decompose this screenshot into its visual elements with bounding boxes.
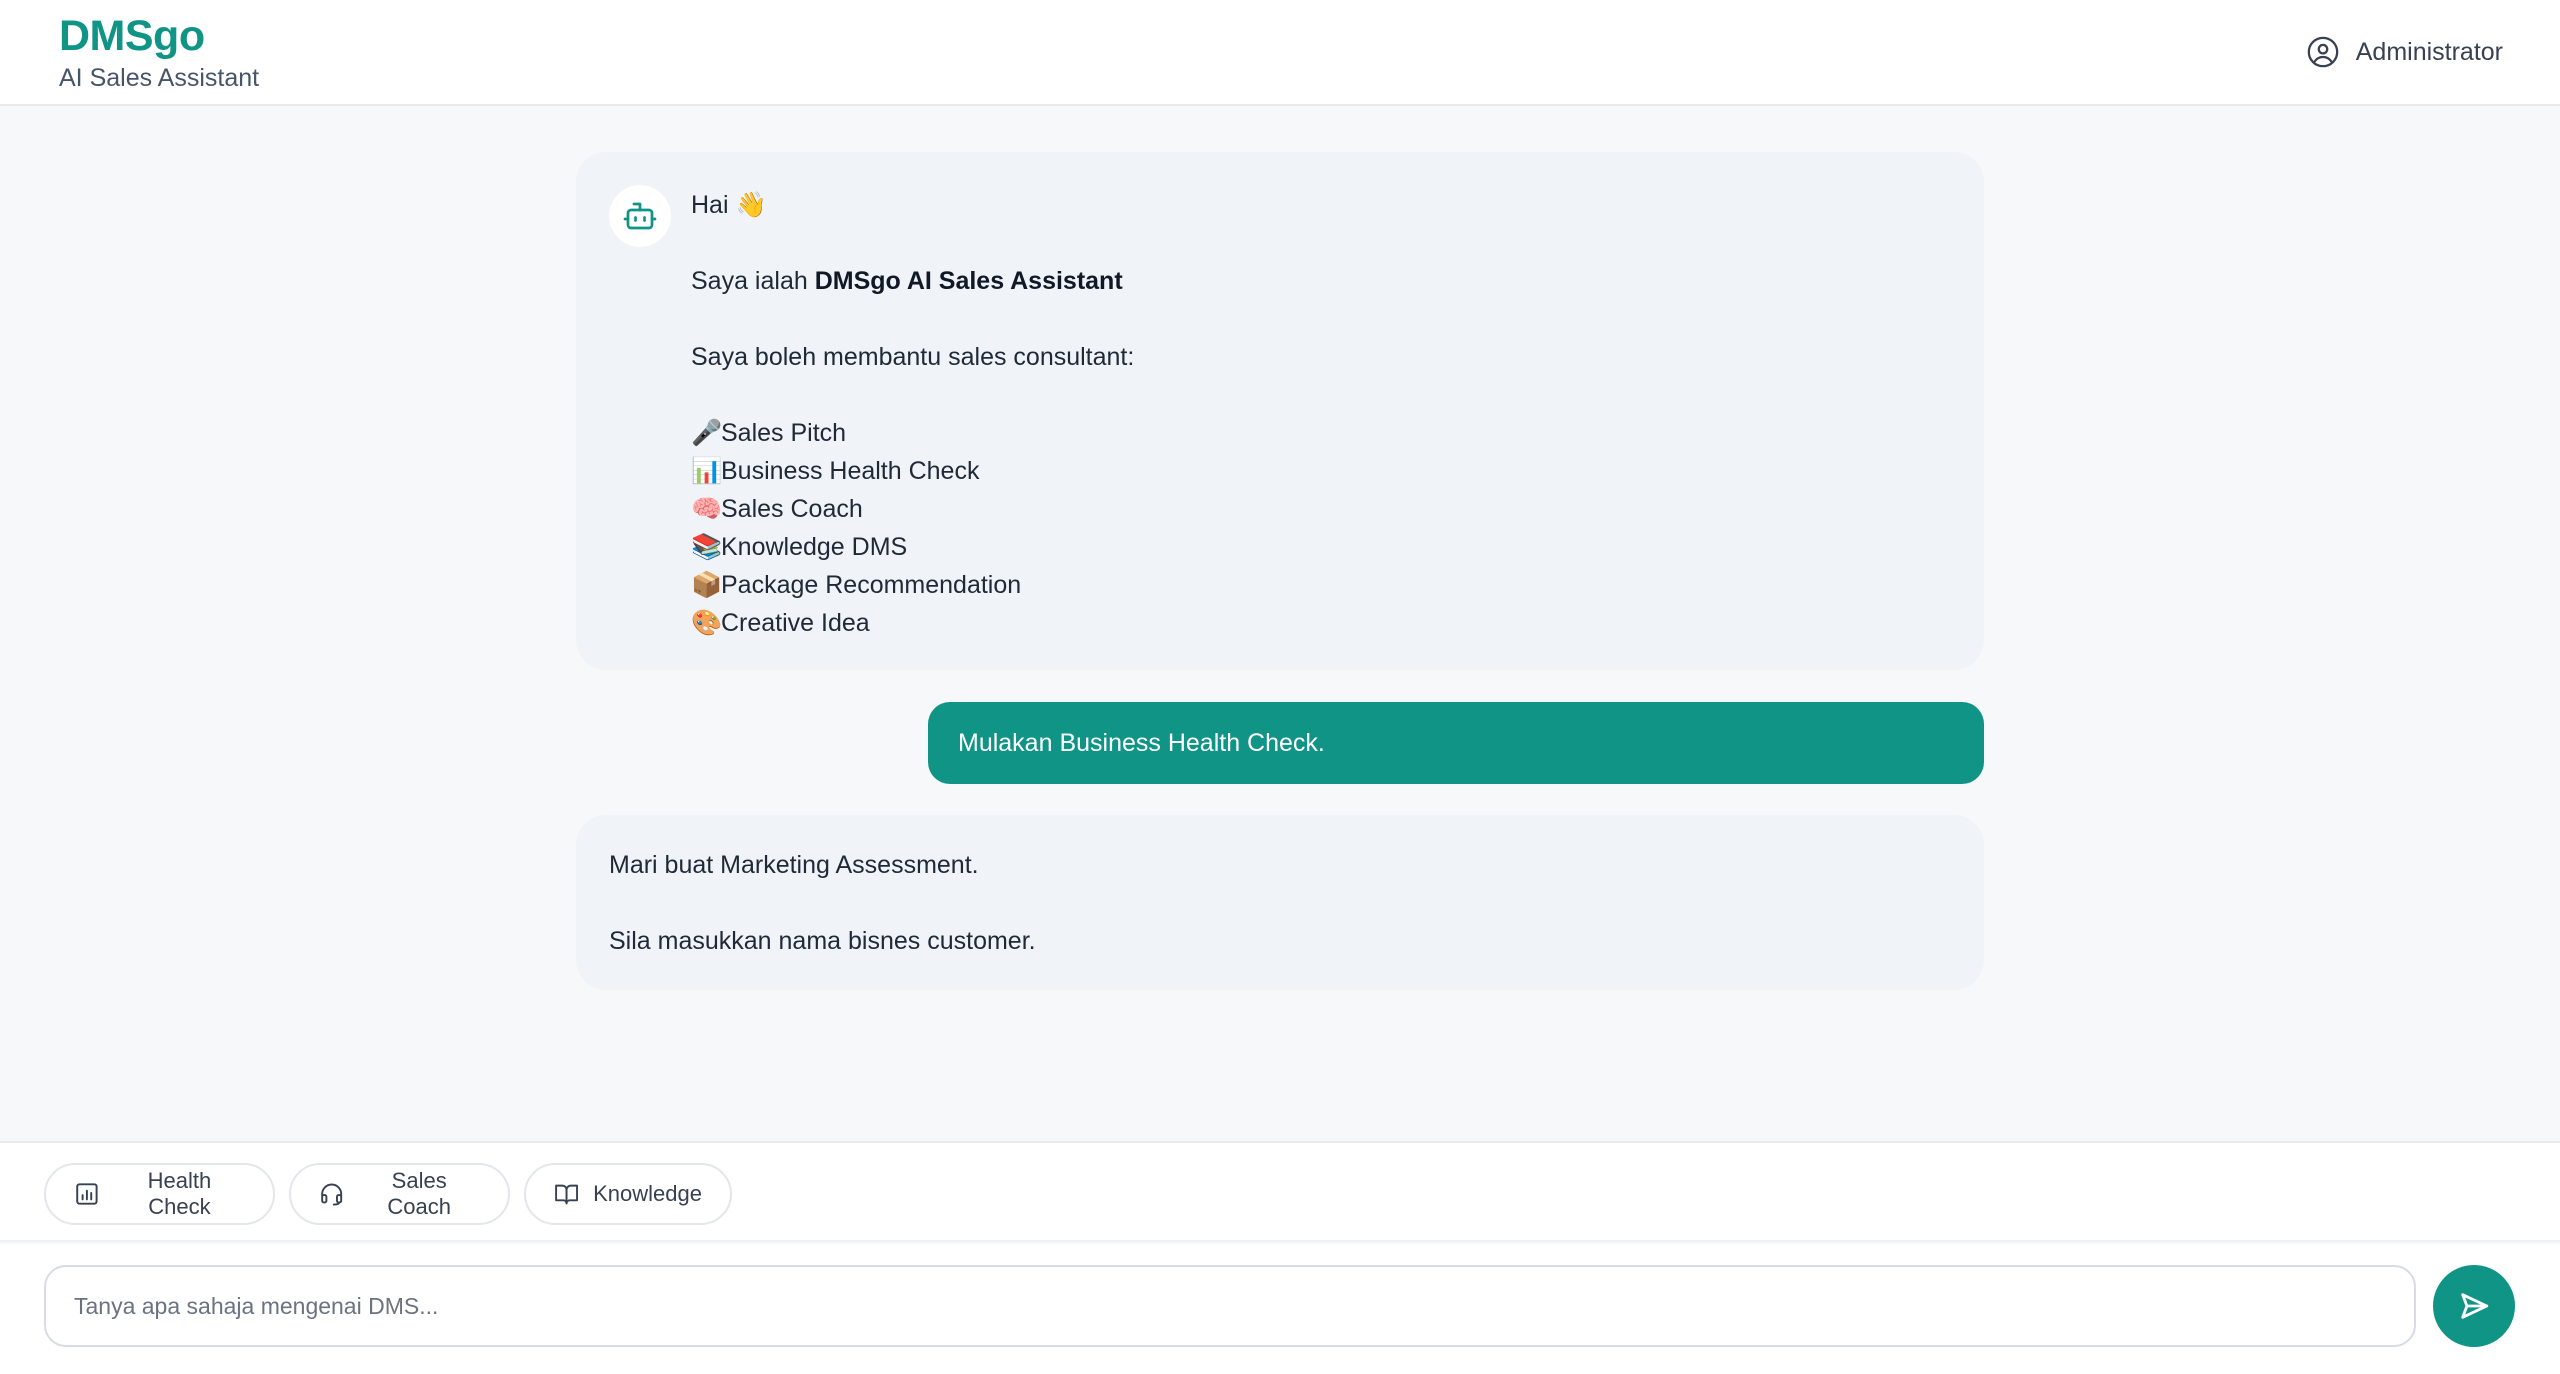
app-root: DMSgo AI Sales Assistant Administrator H… [0, 0, 2560, 1374]
brain-icon: 🧠 [691, 495, 723, 523]
chip-label: Sales Coach [387, 1168, 451, 1219]
bot-avatar [609, 185, 671, 247]
user-menu[interactable]: Administrator [2306, 32, 2503, 72]
bar-chart-icon [76, 1183, 98, 1205]
capability-label: Sales Pitch [721, 419, 847, 447]
capability-item: 🎤Sales Pitch [691, 414, 1134, 452]
assistant-name: DMSgo AI Sales Assistant [814, 267, 1123, 295]
capability-label: Package Recommendation [721, 571, 1022, 599]
reply-text: Mari buat Marketing Assessment. Sila mas… [609, 846, 1036, 960]
brand-logo-text[interactable]: DMSgo [59, 12, 205, 61]
send-icon [2461, 1293, 2489, 1319]
capability-item: 🎨Creative Idea [691, 604, 1134, 642]
chat-input[interactable] [44, 1265, 2416, 1347]
headset-icon [321, 1183, 343, 1206]
reply-line: Sila masukkan nama bisnes customer. [609, 927, 1036, 955]
user-circle-icon [2307, 36, 2339, 68]
intro-line: Saya ialah DMSgo AI Sales Assistant [691, 262, 1134, 300]
bot-message-reply: Mari buat Marketing Assessment. Sila mas… [576, 815, 1984, 990]
books-icon: 📚 [691, 533, 723, 561]
capability-label: Business Health Check [721, 457, 980, 485]
palette-icon: 🎨 [691, 609, 723, 637]
top-header: DMSgo AI Sales Assistant Administrator [0, 0, 2560, 106]
capability-item: 📦Package Recommendation [691, 566, 1134, 604]
capabilities-intro: Saya boleh membantu sales consultant: [691, 343, 1135, 371]
capability-label: Sales Coach [721, 495, 863, 523]
greeting-line: Hai 👋 [691, 186, 1134, 224]
capability-label: Knowledge DMS [721, 533, 908, 561]
user-message: Mulakan Business Health Check. [928, 702, 1984, 784]
capability-item: 📊Business Health Check [691, 452, 1134, 490]
bot-icon [623, 202, 657, 230]
greeting-text: Hai [691, 191, 729, 219]
send-button[interactable] [2433, 1265, 2515, 1347]
quick-action-health-check[interactable]: Health Check [44, 1163, 275, 1225]
book-open-icon [555, 1184, 578, 1205]
capability-label: Creative Idea [721, 609, 870, 637]
capability-item: 🧠Sales Coach [691, 490, 1134, 528]
message-composer [0, 1244, 2560, 1374]
reply-line: Mari buat Marketing Assessment. [609, 851, 979, 879]
chip-label: Knowledge [593, 1181, 702, 1206]
quick-actions-bar: Health Check Sales Coach Knowledge [0, 1141, 2560, 1242]
user-name: Administrator [2355, 37, 2503, 66]
bot-message-welcome: Hai 👋 Saya ialah DMSgo AI Sales Assistan… [576, 152, 1984, 670]
package-icon: 📦 [691, 571, 723, 599]
wave-emoji: 👋 [735, 191, 767, 219]
quick-action-sales-coach[interactable]: Sales Coach [289, 1163, 510, 1225]
brand-subtitle: AI Sales Assistant [59, 64, 260, 92]
capability-item: 📚Knowledge DMS [691, 528, 1134, 566]
microphone-icon: 🎤 [691, 419, 723, 447]
welcome-text: Hai 👋 Saya ialah DMSgo AI Sales Assistan… [691, 186, 1134, 642]
chat-thread: Hai 👋 Saya ialah DMSgo AI Sales Assistan… [576, 152, 1984, 990]
intro-prefix: Saya ialah [691, 267, 815, 295]
bar-chart-icon: 📊 [691, 457, 723, 485]
chip-label: Health Check [147, 1168, 212, 1219]
quick-action-knowledge[interactable]: Knowledge [524, 1163, 732, 1225]
